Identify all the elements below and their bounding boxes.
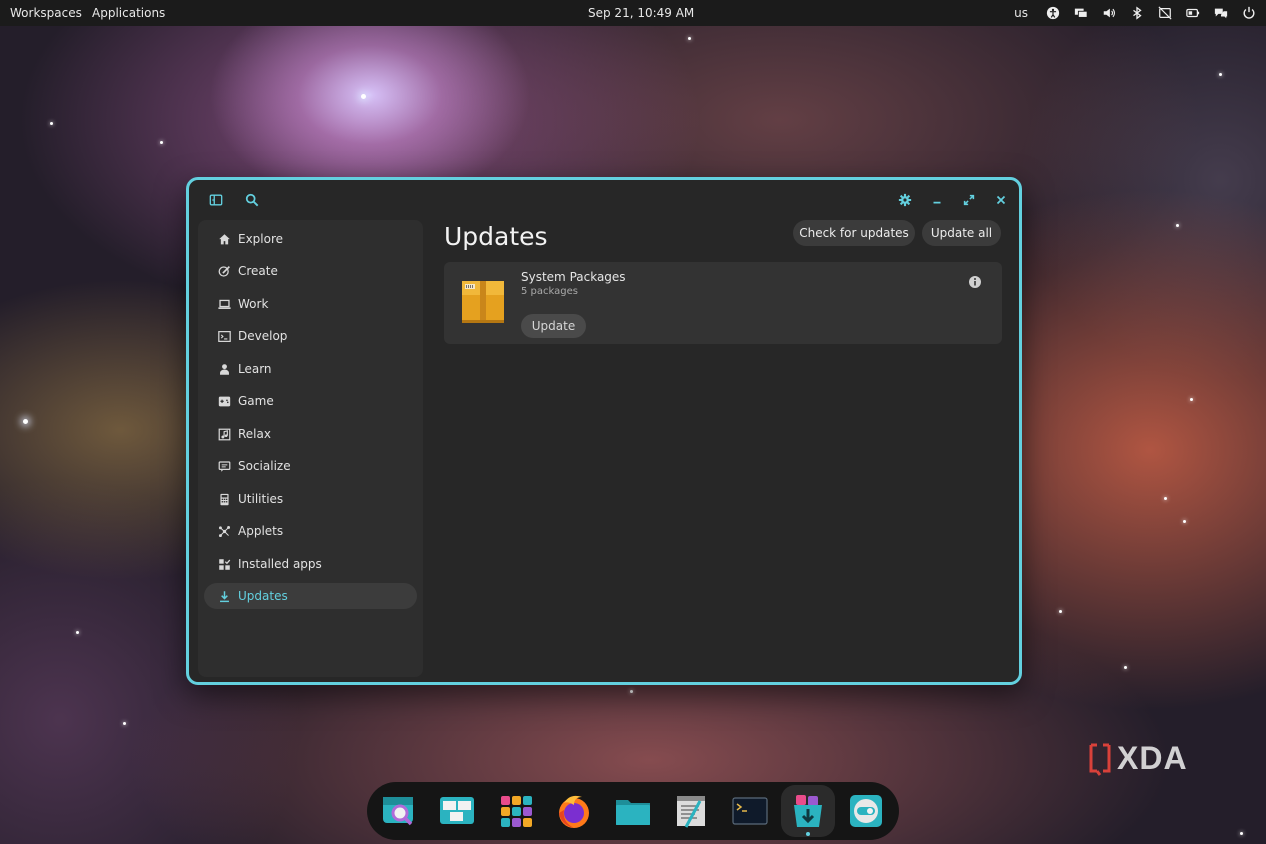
sidebar-item-label: Create <box>238 264 278 278</box>
sidebar-item-label: Game <box>238 394 274 408</box>
package-count: 5 packages <box>521 286 578 297</box>
home-icon <box>217 232 231 246</box>
sidebar-item-develop[interactable]: Develop <box>204 323 417 349</box>
calculator-icon <box>217 492 231 506</box>
sidebar: Explore Create Work Develop Learn Game R… <box>198 220 423 677</box>
sidebar-item-label: Applets <box>238 524 284 538</box>
terminal-icon <box>217 329 231 343</box>
active-app-indicator <box>806 832 810 836</box>
package-box-icon <box>461 280 505 324</box>
firefox-icon[interactable] <box>554 791 594 831</box>
close-icon[interactable] <box>991 190 1011 210</box>
chat-icon <box>217 459 231 473</box>
applications-button[interactable]: Applications <box>92 0 165 26</box>
sidebar-toggle-icon[interactable] <box>206 190 226 210</box>
sidebar-item-game[interactable]: Game <box>204 388 417 414</box>
update-all-button[interactable]: Update all <box>922 220 1001 246</box>
files-folder-icon[interactable] <box>613 791 653 831</box>
keyboard-layout-indicator[interactable]: us <box>1014 0 1028 26</box>
sidebar-item-installed-apps[interactable]: Installed apps <box>204 551 417 577</box>
person-icon <box>217 362 231 376</box>
accessibility-icon[interactable] <box>1044 4 1062 22</box>
installed-apps-icon <box>217 557 231 571</box>
sidebar-item-label: Relax <box>238 427 271 441</box>
update-card: System Packages 5 packages Update <box>444 262 1002 344</box>
update-button[interactable]: Update <box>521 314 586 338</box>
settings-gear-icon[interactable] <box>895 190 915 210</box>
maximize-icon[interactable] <box>959 190 979 210</box>
sidebar-item-label: Develop <box>238 329 288 343</box>
page-title: Updates <box>444 222 548 251</box>
music-icon <box>217 427 231 441</box>
laptop-icon <box>217 297 231 311</box>
package-group-title: System Packages <box>521 270 626 284</box>
displays-icon[interactable] <box>1072 4 1090 22</box>
brush-icon <box>217 264 231 278</box>
notifications-off-icon[interactable] <box>1156 4 1174 22</box>
sidebar-item-utilities[interactable]: Utilities <box>204 486 417 512</box>
gamepad-icon <box>217 394 231 408</box>
sidebar-item-applets[interactable]: Applets <box>204 518 417 544</box>
sidebar-item-label: Explore <box>238 232 284 246</box>
volume-icon[interactable] <box>1100 4 1118 22</box>
check-for-updates-button[interactable]: Check for updates <box>793 220 915 246</box>
download-icon <box>217 589 231 603</box>
xda-logo-icon <box>1089 743 1111 776</box>
sidebar-item-label: Updates <box>238 589 288 603</box>
clock[interactable]: Sep 21, 10:49 AM <box>588 0 694 26</box>
search-icon[interactable] <box>242 190 262 210</box>
sidebar-item-updates[interactable]: Updates <box>204 583 417 609</box>
xda-watermark: XDA <box>1087 740 1188 777</box>
minimize-icon[interactable] <box>927 190 947 210</box>
sidebar-item-label: Socialize <box>238 459 291 473</box>
sidebar-item-label: Learn <box>238 362 272 376</box>
battery-icon[interactable] <box>1184 4 1202 22</box>
app-store-window: Explore Create Work Develop Learn Game R… <box>186 177 1022 685</box>
sidebar-item-create[interactable]: Create <box>204 258 417 284</box>
workspaces-button[interactable]: Workspaces <box>10 0 82 26</box>
bluetooth-icon[interactable] <box>1128 4 1146 22</box>
settings-toggle-icon[interactable] <box>846 791 886 831</box>
launcher-search-icon[interactable] <box>379 791 419 831</box>
app-grid-icon[interactable] <box>496 791 536 831</box>
workspaces-overview-icon[interactable] <box>437 791 477 831</box>
sidebar-item-work[interactable]: Work <box>204 291 417 317</box>
watermark-text: XDA <box>1117 740 1188 776</box>
applets-icon <box>217 524 231 538</box>
sidebar-item-socialize[interactable]: Socialize <box>204 453 417 479</box>
top-panel: Workspaces Applications Sep 21, 10:49 AM… <box>0 0 1266 26</box>
sidebar-item-relax[interactable]: Relax <box>204 421 417 447</box>
power-icon[interactable] <box>1240 4 1258 22</box>
system-tray: us <box>1014 0 1258 26</box>
messages-icon[interactable] <box>1212 4 1230 22</box>
sidebar-item-label: Work <box>238 297 269 311</box>
info-icon[interactable] <box>968 274 982 288</box>
cosmic-store-icon[interactable] <box>788 791 828 831</box>
sidebar-item-learn[interactable]: Learn <box>204 356 417 382</box>
sidebar-item-explore[interactable]: Explore <box>204 226 417 252</box>
sidebar-item-label: Installed apps <box>238 557 322 571</box>
sidebar-item-label: Utilities <box>238 492 284 506</box>
dock <box>367 782 899 840</box>
text-editor-icon[interactable] <box>671 791 711 831</box>
terminal-app-icon[interactable] <box>730 791 770 831</box>
